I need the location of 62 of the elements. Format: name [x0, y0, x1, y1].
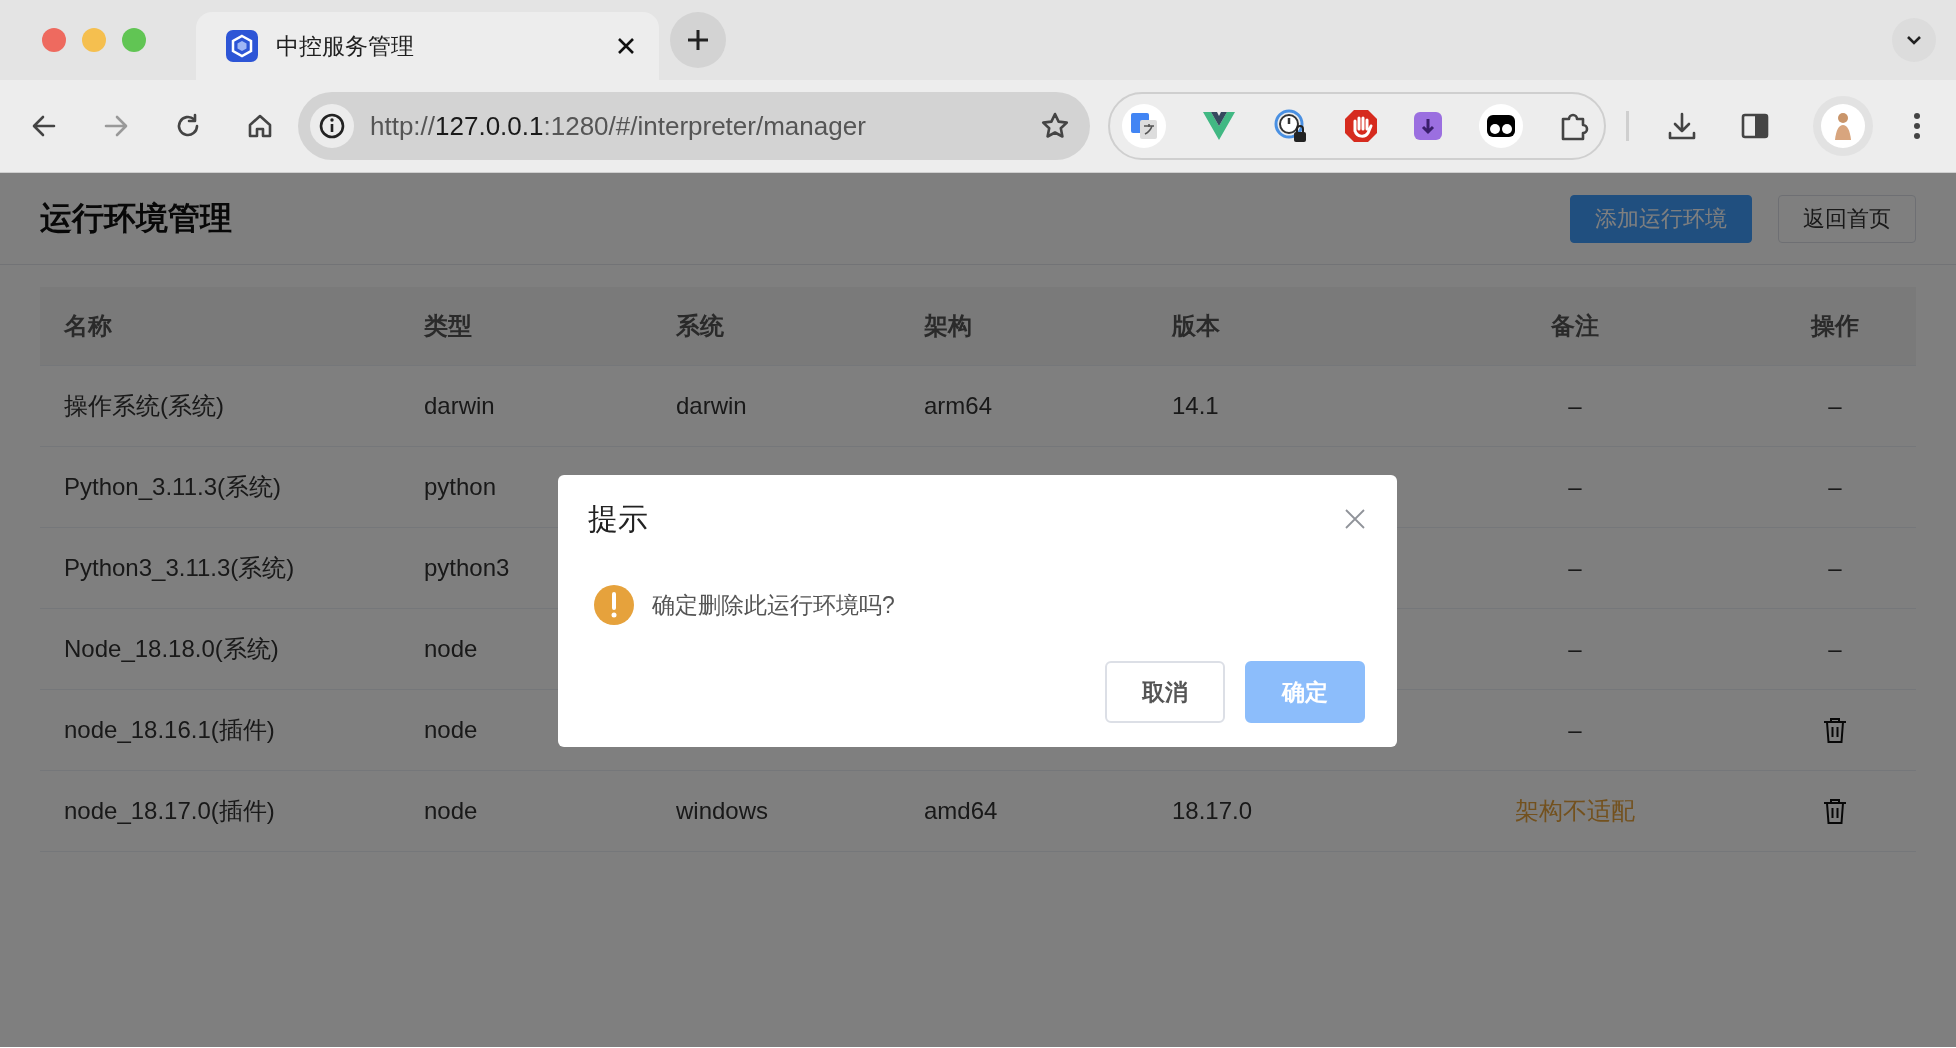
table-cell: darwin: [676, 392, 747, 420]
translate-icon[interactable]: [1122, 104, 1166, 148]
chevron-down-icon[interactable]: [1892, 18, 1936, 62]
table-cell: –: [1568, 473, 1582, 501]
table-cell-text: Python_3.11.3(系统): [64, 472, 281, 502]
table-cell-text: node_18.16.1(插件): [64, 715, 275, 745]
table-cell: node: [424, 635, 478, 663]
info-icon: [310, 104, 354, 148]
trash-icon[interactable]: [1823, 717, 1847, 743]
url-text: http://127.0.0.1:1280/#/interpreter/manager: [370, 110, 866, 142]
table-cell: amd64: [924, 797, 998, 825]
table-cell: windows: [676, 797, 769, 825]
table-cell: –: [1828, 635, 1842, 663]
new-tab-icon[interactable]: [670, 12, 726, 68]
column-header: 类型: [424, 311, 472, 341]
table-cell: 18.17.0: [1172, 797, 1253, 825]
address-bar[interactable]: http://127.0.0.1:1280/#/interpreter/manager: [298, 92, 1090, 160]
trash-icon[interactable]: [1823, 798, 1847, 824]
page-title: 运行环境管理: [40, 198, 232, 238]
dialog-message: 确定删除此运行环境吗?: [652, 590, 895, 620]
table-cell: –: [1568, 554, 1582, 582]
warning-icon: [594, 585, 634, 625]
column-header: 操作: [1811, 311, 1859, 341]
table-cell-text: Node_18.18.0(系统): [64, 634, 279, 664]
star-icon[interactable]: [1040, 111, 1070, 141]
v-shape-icon[interactable]: [1201, 110, 1238, 142]
home-icon[interactable]: [246, 112, 274, 140]
column-header: 版本: [1172, 311, 1220, 341]
table-cell: –: [1568, 392, 1582, 420]
dialog-title: 提示: [588, 500, 648, 537]
table-cell: –: [1828, 554, 1842, 582]
header-button[interactable]: 返回首页: [1778, 194, 1916, 243]
table-cell-text: 架构不适配: [1515, 796, 1635, 826]
column-header: 备注: [1551, 311, 1599, 341]
table-cell: python3: [424, 554, 510, 582]
table-cell: python: [424, 473, 497, 501]
two-dots-icon[interactable]: [1478, 104, 1523, 148]
table-cell: node: [424, 797, 478, 825]
dialog-button[interactable]: 取消: [1105, 661, 1225, 723]
download-icon[interactable]: [1667, 111, 1697, 141]
table-cell: node: [424, 716, 478, 744]
table-cell-text: node_18.17.0(插件): [64, 796, 275, 826]
table-cell: –: [1828, 473, 1842, 501]
table-cell: –: [1568, 635, 1582, 663]
table-cell: darwin: [424, 392, 495, 420]
menu-icon[interactable]: [1913, 112, 1921, 140]
column-header: 系统: [676, 311, 724, 341]
table-cell: –: [1568, 716, 1582, 744]
table-cell: –: [1828, 392, 1842, 420]
table-cell-text: Python3_3.11.3(系统): [64, 553, 295, 583]
table-cell: 14.1: [1172, 392, 1219, 420]
download-box-icon[interactable]: [1413, 111, 1444, 141]
table-cell-text: 操作系统(系统): [64, 391, 224, 421]
lock-gauge-icon[interactable]: [1272, 108, 1309, 144]
tab-title: 中控服务管理: [276, 31, 415, 61]
table-cell: arm64: [924, 392, 993, 420]
close-icon[interactable]: [617, 37, 635, 55]
column-header: 名称: [64, 311, 112, 341]
browser-tab[interactable]: 中控服务管理: [196, 12, 659, 80]
column-header: 架构: [924, 311, 972, 341]
stop-hand-icon[interactable]: [1344, 109, 1378, 143]
side-panel-icon[interactable]: [1741, 112, 1769, 140]
